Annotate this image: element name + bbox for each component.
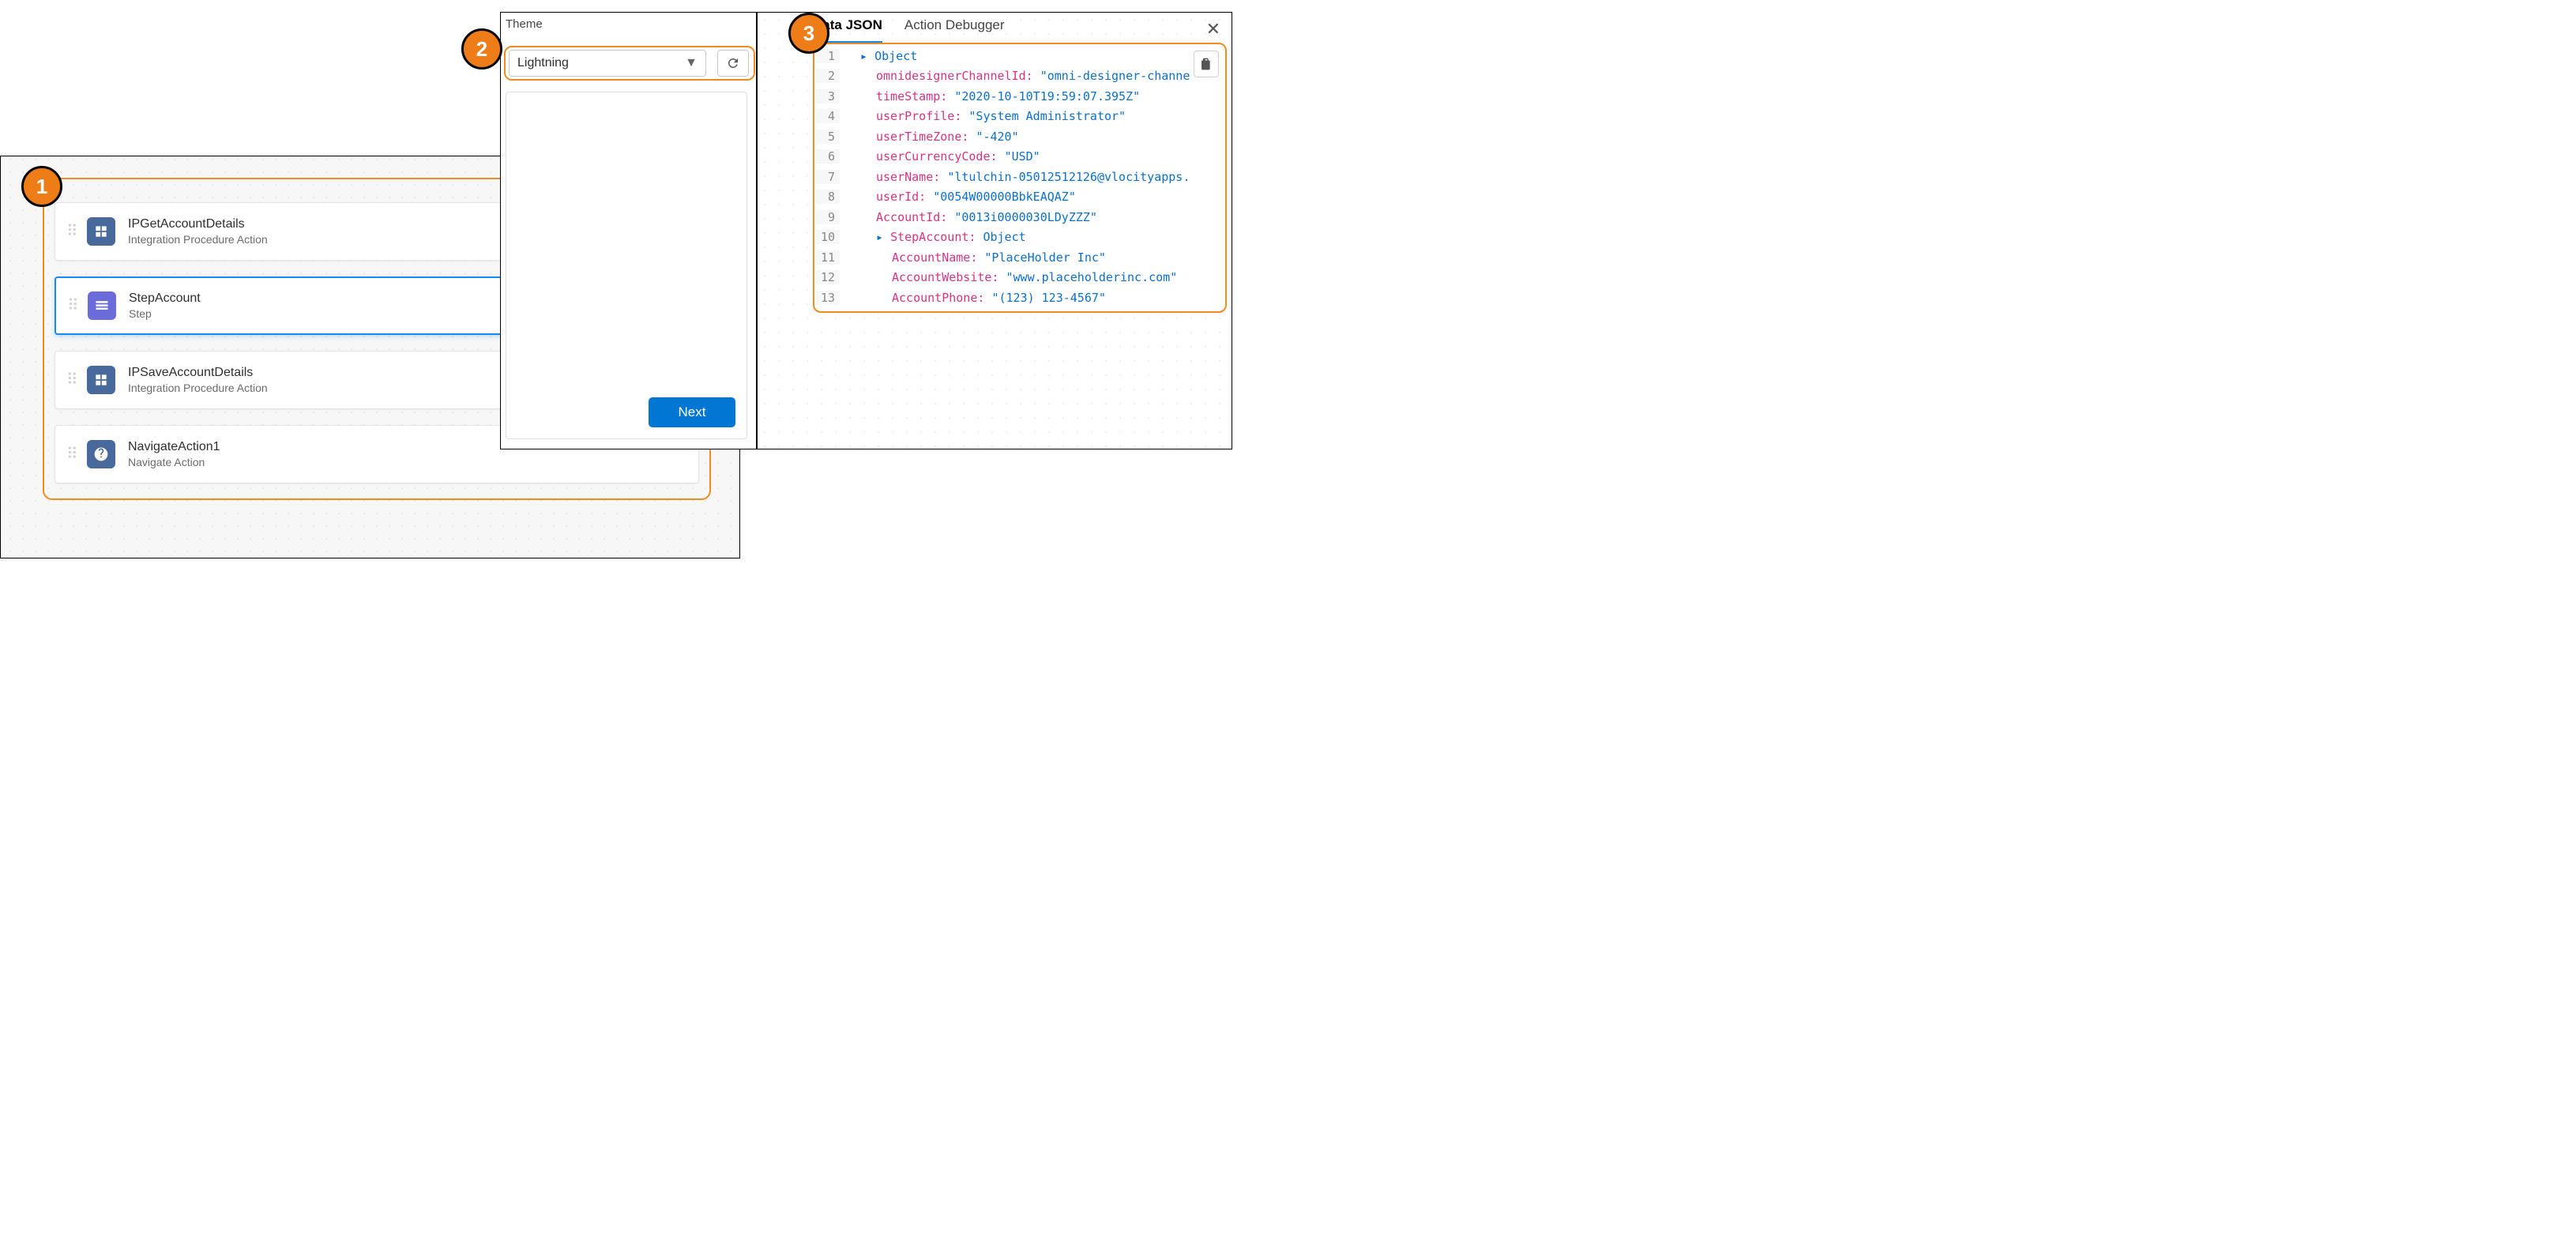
step-title: IPSaveAccountDetails <box>128 366 268 380</box>
json-value: "ltulchin-05012512126@vlocityapps. <box>947 170 1190 184</box>
callout-badge-1: 1 <box>21 166 62 207</box>
json-key: userProfile: <box>876 109 961 123</box>
json-key: timeStamp: <box>876 89 947 103</box>
json-line: 2 omnidesignerChannelId: "omni-designer-c… <box>816 66 1224 87</box>
line-number: 13 <box>816 291 840 305</box>
json-line: 7 userName: "ltulchin-05012512126@vlocity… <box>816 167 1224 187</box>
expand-arrow-icon[interactable]: ▸ <box>876 230 890 244</box>
theme-select-value: Lightning <box>517 56 569 70</box>
json-value: "-420" <box>976 130 1018 144</box>
clipboard-icon <box>1200 57 1213 71</box>
json-value: "0054W00000BbkEAQAZ" <box>933 190 1076 204</box>
json-value: "(123) 123-4567" <box>991 291 1106 305</box>
panel-data-json: Data JSON Action Debugger ✕ 1 ▸ Object 2 om… <box>757 12 1232 449</box>
refresh-button[interactable] <box>717 50 749 77</box>
line-number: 12 <box>816 270 840 284</box>
step-subtitle: Integration Procedure Action <box>128 382 268 394</box>
step-text: StepAccountStep <box>129 291 201 320</box>
json-line: 4 userProfile: "System Administrator" <box>816 107 1224 127</box>
step-text: IPGetAccountDetails Integration Procedure… <box>128 217 268 246</box>
step-subtitle: Step <box>129 307 201 320</box>
json-key: userId: <box>876 190 926 204</box>
json-line: 5 userTimeZone: "-420" <box>816 126 1224 147</box>
json-key: omnidesignerChannelId: <box>876 69 1033 83</box>
json-key: AccountName: <box>892 250 977 265</box>
json-line: 3 timeStamp: "2020-10-10T19:59:07.395Z" <box>816 86 1224 107</box>
copy-button[interactable] <box>1194 51 1219 77</box>
tab-action-debugger[interactable]: Action Debugger <box>904 13 1005 43</box>
ip-icon <box>87 217 115 246</box>
json-key: userName: <box>876 170 940 184</box>
json-line: 1 ▸ Object <box>816 46 1224 66</box>
json-key: AccountPhone: <box>892 291 984 305</box>
step-title: NavigateAction1 <box>128 440 220 454</box>
preview-body: Next <box>506 92 747 439</box>
json-value: "0013i0000030LDyZZZ" <box>954 210 1097 224</box>
line-number: 5 <box>816 130 840 144</box>
callout-badge-3: 3 <box>788 13 829 54</box>
drag-handle-icon[interactable]: ⠿ <box>66 367 81 393</box>
json-line: 11 AccountName: "PlaceHolder Inc" <box>816 247 1224 268</box>
ip-icon <box>87 366 115 394</box>
line-number: 6 <box>816 149 840 164</box>
chevron-down-icon: ▼ <box>685 56 698 70</box>
line-number: 3 <box>816 89 840 103</box>
next-button[interactable]: Next <box>649 397 735 427</box>
expand-arrow-icon[interactable]: ▸ <box>860 49 874 63</box>
step-title: StepAccount <box>129 291 201 306</box>
json-value: "System Administrator" <box>968 109 1126 123</box>
json-value: "USD" <box>1005 149 1040 164</box>
json-key: userCurrencyCode: <box>876 149 998 164</box>
json-key: AccountWebsite: <box>892 270 998 284</box>
line-number: 10 <box>816 230 840 244</box>
json-key: userTimeZone: <box>876 130 968 144</box>
json-key: StepAccount: <box>890 230 976 244</box>
json-value: Object <box>874 49 917 63</box>
step-icon <box>88 291 116 320</box>
drag-handle-icon[interactable]: ⠿ <box>66 442 81 467</box>
line-number: 2 <box>816 69 840 83</box>
json-line: 10 ▸ StepAccount: Object <box>816 228 1224 248</box>
panel-preview: Theme Lightning ▼ Next <box>500 12 757 449</box>
line-number: 7 <box>816 170 840 184</box>
line-number: 4 <box>816 109 840 123</box>
nav-icon <box>87 440 115 468</box>
step-subtitle: Integration Procedure Action <box>128 233 268 246</box>
json-tabs: Data JSON Action Debugger <box>813 13 1005 43</box>
step-title: IPGetAccountDetails <box>128 217 268 231</box>
json-value: "2020-10-10T19:59:07.395Z" <box>954 89 1140 103</box>
step-text: IPSaveAccountDetails Integration Procedur… <box>128 366 268 394</box>
refresh-icon <box>726 56 740 70</box>
json-line: 12 AccountWebsite: "www.placeholderinc.co… <box>816 268 1224 288</box>
step-subtitle: Navigate Action <box>128 456 220 468</box>
line-number: 1 <box>816 49 840 63</box>
json-value: "omni-designer-channe <box>1040 69 1190 83</box>
json-line: 13 AccountPhone: "(123) 123-4567" <box>816 288 1224 308</box>
callout-badge-2: 2 <box>461 28 502 70</box>
line-number: 11 <box>816 250 840 265</box>
drag-handle-icon[interactable]: ⠿ <box>67 293 81 318</box>
json-key: AccountId: <box>876 210 947 224</box>
json-line: 9 AccountId: "0013i0000030LDyZZZ" <box>816 207 1224 228</box>
theme-label: Theme <box>506 17 543 31</box>
line-number: 8 <box>816 190 840 204</box>
step-text: NavigateAction1 Navigate Action <box>128 440 220 468</box>
theme-select[interactable]: Lightning ▼ <box>509 50 706 77</box>
json-line: 6 userCurrencyCode: "USD" <box>816 147 1224 167</box>
close-icon[interactable]: ✕ <box>1206 19 1220 39</box>
line-number: 9 <box>816 210 840 224</box>
json-viewer[interactable]: 1 ▸ Object 2 omnidesignerChannelId: "omni-d… <box>816 46 1224 310</box>
json-value: Object <box>983 230 1025 244</box>
json-value: "www.placeholderinc.com" <box>1006 270 1178 284</box>
drag-handle-icon[interactable]: ⠿ <box>66 219 81 244</box>
json-line: 8 userId: "0054W00000BbkEAQAZ" <box>816 187 1224 208</box>
json-value: "PlaceHolder Inc" <box>984 250 1106 265</box>
